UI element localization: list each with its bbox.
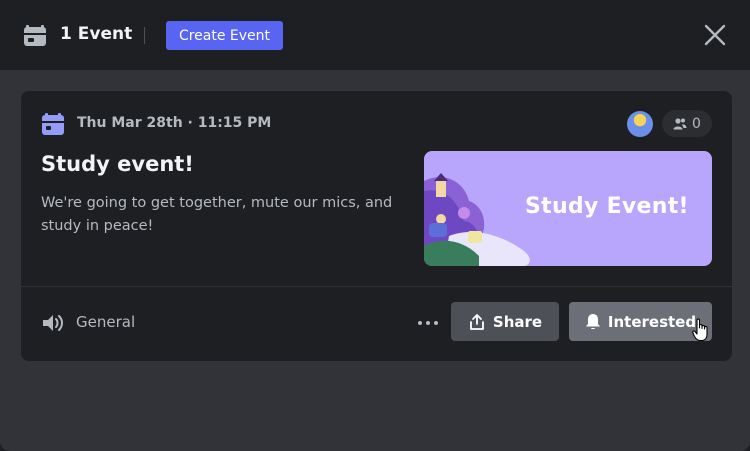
event-cover-image: Study Event!: [424, 151, 712, 266]
calendar-icon: [42, 113, 64, 135]
events-count-title: 1 Event: [60, 24, 133, 44]
speaker-icon: [43, 315, 63, 331]
modal-header: 1 Event Create Event: [0, 0, 750, 70]
people-icon: [673, 117, 687, 129]
avatar[interactable]: [627, 111, 653, 137]
hand-cursor-icon: [692, 318, 708, 342]
interested-count: 0: [692, 115, 701, 132]
share-button[interactable]: Share: [451, 302, 559, 341]
card-divider: [21, 286, 732, 287]
more-dot: [426, 321, 430, 325]
more-dot: [434, 321, 438, 325]
calendar-icon: [24, 25, 46, 46]
event-title: Study event!: [41, 152, 194, 176]
event-description: We're going to get together, mute our mi…: [41, 195, 393, 234]
more-options-button[interactable]: [414, 313, 442, 333]
close-icon[interactable]: [700, 20, 730, 50]
event-card[interactable]: Thu Mar 28th · 11:15 PM 0 Study event! W…: [21, 91, 732, 361]
interested-label: Interested: [607, 312, 697, 331]
create-event-button[interactable]: Create Event: [166, 21, 283, 50]
event-datetime: Thu Mar 28th · 11:15 PM: [77, 115, 272, 131]
header-divider: [144, 27, 145, 44]
share-label: Share: [492, 312, 543, 331]
events-modal: 1 Event Create Event Thu Mar 28th · 11:1…: [0, 0, 750, 451]
more-dot: [418, 321, 422, 325]
cover-title: Study Event!: [525, 194, 689, 219]
share-icon: [470, 313, 484, 330]
interested-button[interactable]: Interested: [569, 302, 712, 341]
bell-icon: [585, 313, 600, 329]
channel-name[interactable]: General: [76, 313, 135, 331]
interested-count-badge[interactable]: 0: [662, 110, 712, 137]
